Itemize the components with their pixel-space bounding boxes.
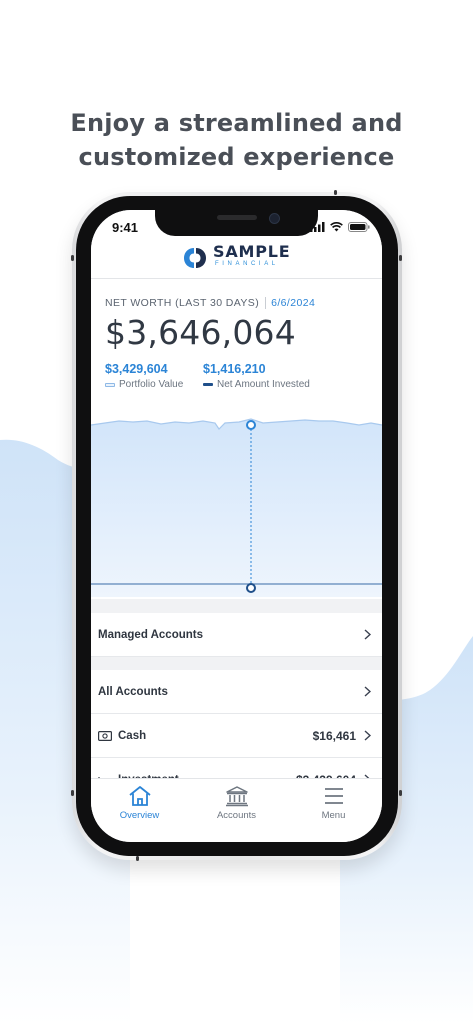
net-invested-stat: $1,416,210 Net Amount Invested: [203, 362, 310, 390]
tab-overview[interactable]: Overview: [91, 779, 188, 842]
portfolio-caption-text: Portfolio Value: [119, 379, 184, 390]
portfolio-marker[interactable]: [246, 420, 256, 430]
managed-accounts-row[interactable]: Managed Accounts: [91, 613, 382, 657]
cash-value: $16,461: [312, 728, 356, 743]
brand-mark-icon: [184, 248, 206, 268]
cash-account-row[interactable]: Cash $16,461: [91, 714, 382, 758]
managed-accounts-label: Managed Accounts: [98, 628, 204, 641]
hamburger-icon: [324, 788, 343, 804]
phone-notch: [155, 210, 318, 236]
phone-side-button: [399, 790, 402, 796]
portfolio-value-stat: $3,429,604 Portfolio Value: [105, 362, 183, 390]
tab-accounts-label: Accounts: [216, 810, 257, 821]
app-screen: 9:41 SAMPLE FINANCIAL NET WORTH (LAST 30…: [91, 210, 382, 842]
phone-top-button: [334, 190, 337, 195]
invested-caption-text: Net Amount Invested: [217, 379, 310, 390]
portfolio-value-caption: Portfolio Value: [105, 379, 183, 390]
net-worth-panel: NET WORTH (LAST 30 DAYS) 6/6/2024 $3,646…: [91, 279, 382, 399]
wifi-icon: [330, 222, 343, 232]
headline: Enjoy a streamlined and customized exper…: [0, 106, 473, 174]
app-header: SAMPLE FINANCIAL: [91, 244, 382, 279]
bank-icon: [225, 786, 248, 807]
headline-line-1: Enjoy a streamlined and: [70, 109, 403, 137]
portfolio-legend-swatch: [105, 382, 115, 387]
net-worth-label: NET WORTH (LAST 30 DAYS): [105, 297, 260, 309]
speaker-grille: [217, 215, 257, 220]
portfolio-value: $3,429,604: [105, 362, 168, 376]
net-invested-caption: Net Amount Invested: [203, 379, 310, 390]
net-worth-value: $3,646,064: [105, 313, 296, 352]
tab-overview-label: Overview: [119, 810, 160, 821]
net-invested-value: $1,416,210: [203, 362, 266, 376]
chevron-right-icon: [364, 629, 371, 640]
status-icons: [310, 222, 370, 232]
chevron-right-icon: [364, 730, 371, 741]
net-worth-date[interactable]: 6/6/2024: [265, 297, 315, 309]
phone-side-button: [71, 255, 74, 261]
net-worth-chart[interactable]: [91, 399, 382, 599]
tab-menu-label: Menu: [321, 810, 346, 821]
section-divider: [91, 657, 382, 670]
invested-marker[interactable]: [246, 583, 256, 593]
home-icon: [128, 786, 151, 806]
battery-icon: [348, 222, 370, 232]
invested-legend-swatch: [203, 383, 213, 386]
brand-logo[interactable]: SAMPLE FINANCIAL: [182, 242, 291, 270]
phone-side-button: [399, 255, 402, 261]
status-time: 9:41: [112, 220, 139, 235]
portfolio-area: [91, 419, 382, 597]
phone-side-button: [71, 790, 74, 796]
tab-menu[interactable]: Menu: [285, 779, 382, 842]
all-accounts-label: All Accounts: [98, 685, 168, 698]
phone-bottom-button: [136, 856, 139, 861]
section-divider: [91, 599, 382, 613]
brand-name: SAMPLE: [213, 242, 291, 261]
cash-label: Cash: [118, 729, 147, 742]
tab-accounts[interactable]: Accounts: [188, 779, 285, 842]
bottom-tab-bar: Overview Accounts Menu: [91, 778, 382, 842]
front-camera: [269, 213, 280, 224]
net-worth-label-row: NET WORTH (LAST 30 DAYS) 6/6/2024: [105, 297, 315, 309]
headline-line-2: customized experience: [78, 143, 395, 171]
chevron-right-icon: [364, 686, 371, 697]
cash-icon: [98, 730, 112, 741]
all-accounts-row[interactable]: All Accounts: [91, 670, 382, 714]
